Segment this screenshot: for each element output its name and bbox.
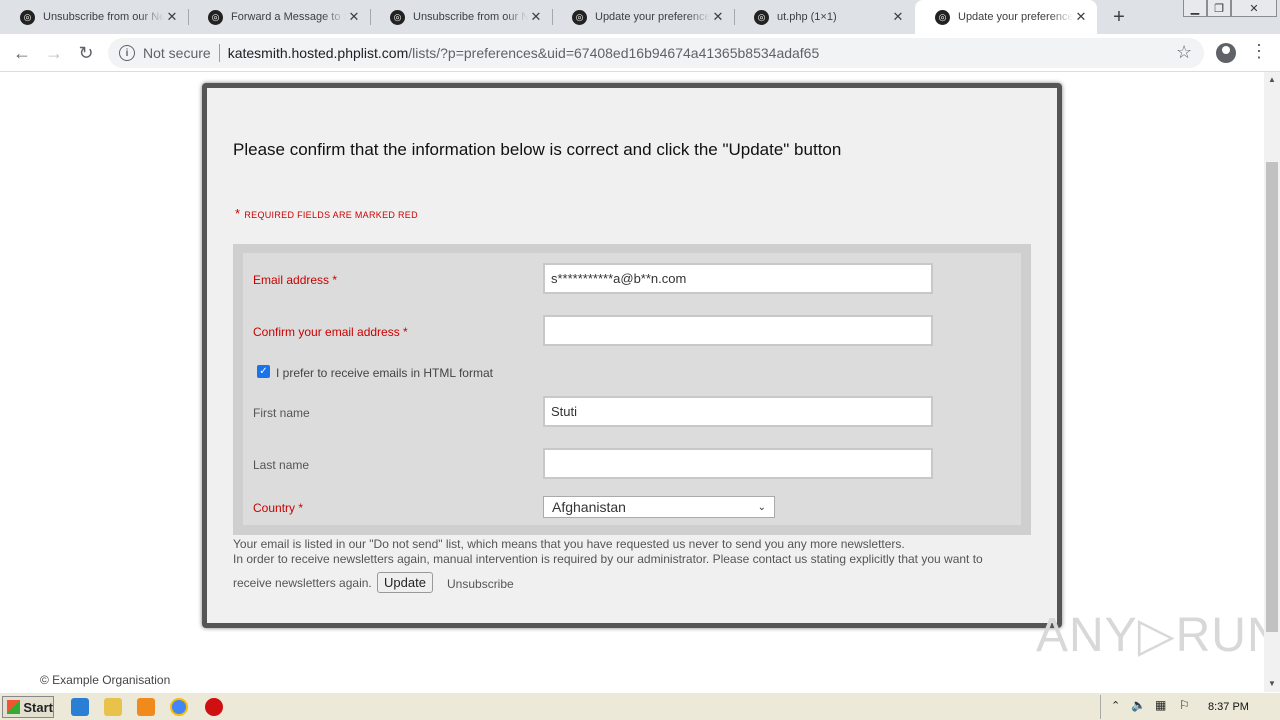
vertical-scrollbar[interactable]: ▲ ▼ bbox=[1264, 72, 1280, 692]
restore-icon[interactable]: ❐ bbox=[1207, 0, 1231, 17]
tab-title: Unsubscribe from our Ne bbox=[43, 11, 164, 23]
close-tab-icon[interactable]: ✕ bbox=[528, 9, 544, 25]
browser-tab[interactable]: ◎ Unsubscribe from our Ne ✕ bbox=[370, 0, 552, 34]
account-icon[interactable] bbox=[1216, 43, 1236, 63]
omnibox-divider bbox=[218, 44, 220, 62]
last-name-field[interactable] bbox=[543, 448, 933, 479]
tab-title: Update your preferences bbox=[958, 11, 1073, 23]
chevron-down-icon: ⌄ bbox=[757, 501, 766, 513]
scrollbar-thumb[interactable] bbox=[1266, 162, 1278, 632]
start-button[interactable]: Start bbox=[2, 696, 54, 718]
tab-title: Unsubscribe from our Ne bbox=[413, 11, 528, 23]
forward-button[interactable]: → bbox=[42, 42, 66, 64]
security-label[interactable]: Not secure bbox=[143, 45, 211, 61]
confirm-email-field[interactable] bbox=[543, 315, 933, 346]
menu-dots-icon[interactable]: ⋮ bbox=[1250, 41, 1268, 62]
system-tray: ⌃ 🔈 ▦ ⚐ bbox=[1100, 695, 1278, 719]
internet-explorer-icon[interactable] bbox=[71, 698, 89, 716]
do-not-send-message: Your email is listed in our "Do not send… bbox=[233, 537, 905, 551]
first-name-field[interactable] bbox=[543, 396, 933, 427]
url-host[interactable]: katesmith.hosted.phplist.com bbox=[228, 45, 409, 61]
html-format-checkbox[interactable]: ✓ bbox=[257, 365, 270, 378]
scroll-down-icon[interactable]: ▼ bbox=[1264, 676, 1280, 692]
page-heading: Please confirm that the information belo… bbox=[233, 140, 842, 159]
media-player-icon[interactable] bbox=[137, 698, 155, 716]
tab-title: Forward a Message to So bbox=[231, 11, 346, 23]
close-tab-icon[interactable]: ✕ bbox=[890, 9, 906, 25]
required-fields-note: * REQUIRED FIELDS ARE MARKED RED bbox=[235, 206, 418, 221]
country-select[interactable]: Afghanistan ⌄ bbox=[543, 496, 775, 518]
first-name-label: First name bbox=[253, 406, 310, 420]
close-tab-icon[interactable]: ✕ bbox=[164, 9, 180, 25]
network-icon[interactable]: ▦ bbox=[1155, 698, 1166, 712]
receive-again-message: receive newsletters again. bbox=[233, 576, 372, 590]
chrome-icon[interactable] bbox=[170, 698, 188, 716]
anyrun-watermark: ANY▷RUN bbox=[1036, 609, 1280, 662]
anyrun-favicon-icon: ◎ bbox=[572, 9, 587, 25]
footer-text: © Example Organisation bbox=[40, 673, 171, 687]
volume-icon[interactable]: 🔈 bbox=[1131, 698, 1146, 712]
last-name-label: Last name bbox=[253, 458, 310, 472]
url-path[interactable]: /lists/?p=preferences&uid=67408ed16b9467… bbox=[408, 45, 819, 61]
anyrun-favicon-icon: ◎ bbox=[390, 9, 405, 25]
tray-expand-icon[interactable]: ⌃ bbox=[1111, 699, 1120, 712]
close-tab-icon[interactable]: ✕ bbox=[710, 9, 726, 25]
email-label: Email address * bbox=[253, 273, 338, 287]
scroll-up-icon[interactable]: ▲ bbox=[1264, 72, 1280, 88]
security-alert-icon[interactable] bbox=[205, 698, 223, 716]
browser-tab[interactable]: ◎ Update your preferences ✕ bbox=[552, 0, 734, 34]
manual-intervention-message: In order to receive newsletters again, m… bbox=[233, 552, 983, 566]
unsubscribe-link[interactable]: Unsubscribe bbox=[447, 577, 514, 591]
window-controls: ▁ ❐ ✕ bbox=[1183, 0, 1277, 18]
browser-tab[interactable]: ◎ Unsubscribe from our Ne ✕ bbox=[0, 0, 188, 34]
windows-taskbar: Start ⌃ 🔈 ▦ ⚐ 8:37 PM bbox=[0, 692, 1280, 720]
anyrun-favicon-icon: ◎ bbox=[754, 9, 769, 25]
minimize-icon[interactable]: ▁ bbox=[1183, 0, 1207, 17]
browser-tab[interactable]: ◎ Forward a Message to So ✕ bbox=[188, 0, 370, 34]
browser-tab[interactable]: ◎ ut.php (1×1) ✕ bbox=[734, 0, 914, 34]
close-tab-icon[interactable]: ✕ bbox=[1073, 9, 1089, 25]
required-note-text: REQUIRED FIELDS ARE MARKED RED bbox=[244, 210, 418, 220]
preferences-card: Please confirm that the information belo… bbox=[202, 83, 1062, 628]
new-tab-button[interactable]: + bbox=[1109, 6, 1129, 29]
info-icon[interactable]: i bbox=[119, 45, 135, 61]
close-tab-icon[interactable]: ✕ bbox=[346, 9, 362, 25]
page-viewport: Please confirm that the information belo… bbox=[0, 72, 1280, 692]
file-explorer-icon[interactable] bbox=[104, 698, 122, 716]
start-label: Start bbox=[23, 699, 53, 715]
country-value: Afghanistan bbox=[552, 499, 626, 515]
preferences-form: Email address * Confirm your email addre… bbox=[233, 244, 1031, 535]
country-label: Country * bbox=[253, 501, 304, 515]
windows-logo-icon bbox=[7, 700, 21, 714]
close-window-icon[interactable]: ✕ bbox=[1231, 0, 1277, 17]
browser-tab-active[interactable]: ◎ Update your preferences ✕ bbox=[915, 0, 1097, 34]
bookmark-star-icon[interactable]: ☆ bbox=[1176, 42, 1192, 63]
browser-toolbar: ← → ↻ i Not secure katesmith.hosted.phpl… bbox=[0, 34, 1280, 72]
tab-title: ut.php (1×1) bbox=[777, 11, 837, 23]
form-inner: Email address * Confirm your email addre… bbox=[243, 253, 1021, 525]
tab-strip: ◎ Unsubscribe from our Ne ✕ ◎ Forward a … bbox=[0, 0, 1280, 34]
confirm-email-label: Confirm your email address * bbox=[253, 325, 408, 339]
action-center-flag-icon[interactable]: ⚐ bbox=[1179, 698, 1190, 712]
taskbar-clock[interactable]: 8:37 PM bbox=[1208, 701, 1249, 713]
tab-title: Update your preferences bbox=[595, 11, 710, 23]
update-button[interactable]: Update bbox=[377, 572, 433, 593]
anyrun-favicon-icon: ◎ bbox=[935, 9, 950, 25]
back-button[interactable]: ← bbox=[10, 42, 34, 64]
anyrun-favicon-icon: ◎ bbox=[208, 9, 223, 25]
reload-button[interactable]: ↻ bbox=[74, 42, 98, 64]
address-bar[interactable]: i Not secure katesmith.hosted.phplist.co… bbox=[108, 38, 1204, 68]
email-field[interactable] bbox=[543, 263, 933, 294]
required-asterisk: * bbox=[235, 206, 241, 221]
html-format-label: I prefer to receive emails in HTML forma… bbox=[276, 366, 493, 380]
anyrun-favicon-icon: ◎ bbox=[20, 9, 35, 25]
